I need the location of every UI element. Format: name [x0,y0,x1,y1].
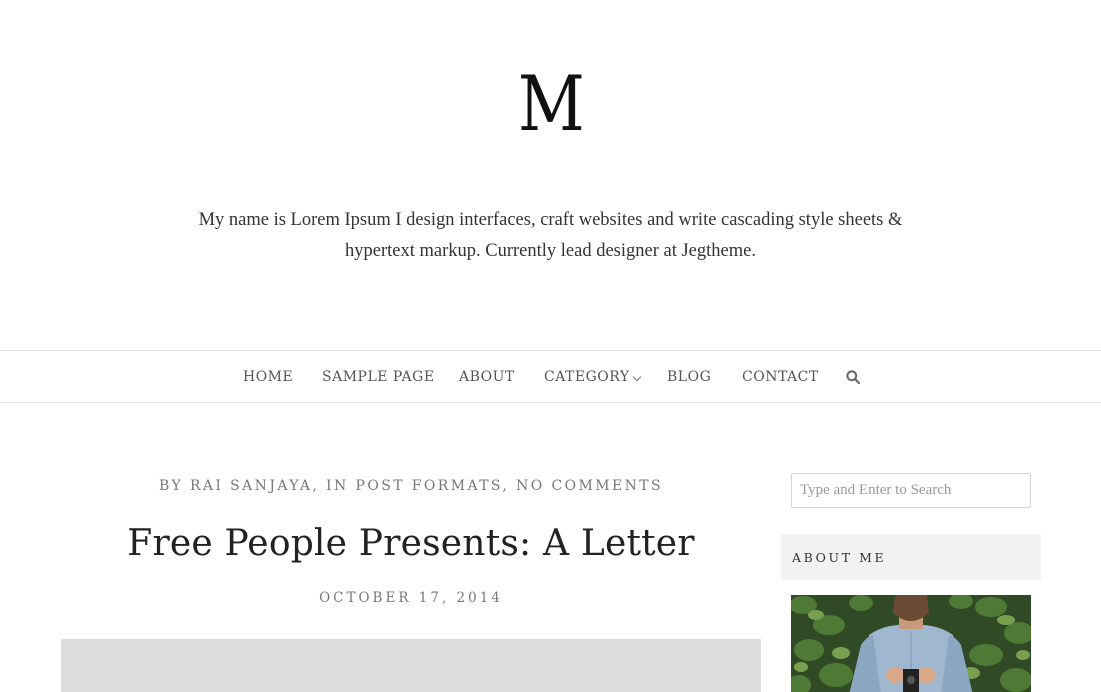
about-me-widget-title: ABOUT ME [792,550,887,565]
search-icon[interactable] [846,370,860,384]
about-me-photo [791,595,1031,692]
post-title[interactable]: Free People Presents: A Letter [61,516,761,572]
nav-item-home[interactable]: HOME [243,351,293,402]
nav-item-blog[interactable]: BLOG [667,351,711,402]
nav-item-category[interactable]: CATEGORY [544,351,630,402]
post-byline: BY RAI SANJAYA, IN POST FORMATS, NO COMM… [61,478,761,494]
post-date: OCTOBER 17, 2014 [319,590,503,606]
page: M My name is Lorem Ipsum I design interf… [0,0,1101,692]
about-me-widget-header: ABOUT ME [781,534,1041,580]
main-navigation: HOME SAMPLE PAGE ABOUT CATEGORY BLOG CON… [0,350,1101,403]
nav-item-about[interactable]: ABOUT [459,351,515,402]
byline-prefix: BY [159,478,190,494]
byline-in: , IN [312,478,356,494]
post-author-link[interactable]: RAI SANJAYA [190,478,312,494]
post-comments-link[interactable]: NO COMMENTS [516,478,663,494]
site-logo[interactable]: M [77,62,1024,146]
post-category-link[interactable]: POST FORMATS [356,478,503,494]
post-featured-image[interactable] [61,639,761,692]
byline-sep: , [502,478,517,494]
site-tagline: My name is Lorem Ipsum I design interfac… [198,210,903,261]
chevron-down-icon [632,372,642,382]
sidebar-search-input[interactable] [791,473,1031,508]
nav-item-sample-page[interactable]: SAMPLE PAGE [322,351,435,402]
nav-item-contact[interactable]: CONTACT [742,351,819,402]
